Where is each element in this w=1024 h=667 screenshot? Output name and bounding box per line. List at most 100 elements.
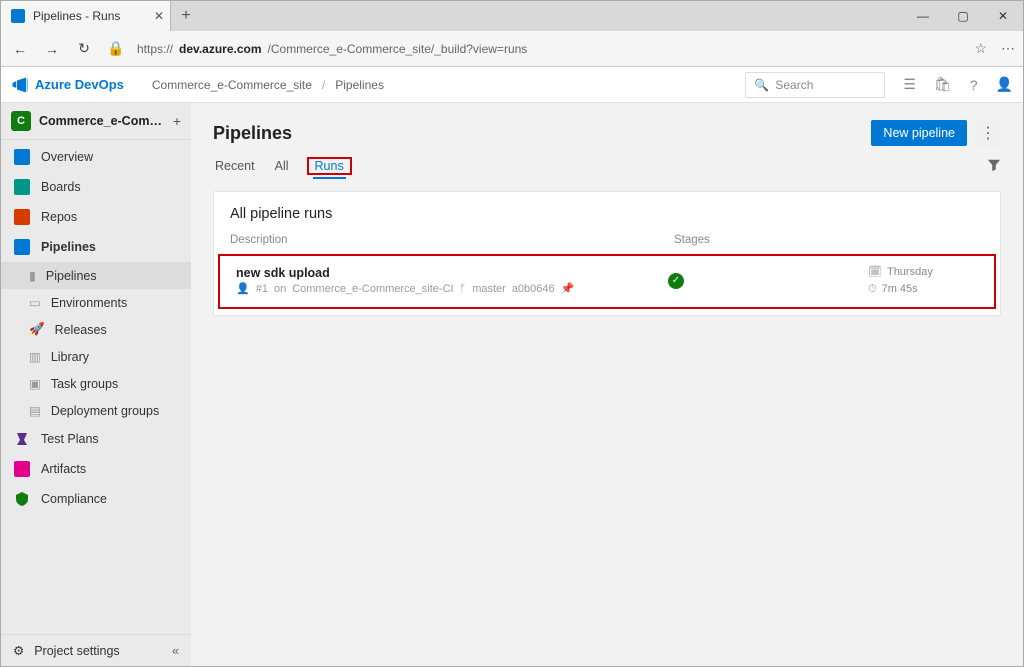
stage-success-icon: ✓	[668, 273, 684, 289]
new-tab-button[interactable]: +	[171, 1, 201, 31]
sidebar-subitem-deployment-groups[interactable]: ▤Deployment groups	[1, 397, 191, 424]
browser-more-icon[interactable]: ⋯	[1001, 40, 1015, 57]
run-date: Thursday	[887, 264, 933, 281]
col-description: Description	[230, 234, 674, 246]
panel-title: All pipeline runs	[214, 192, 1000, 228]
pipeline-run-row[interactable]: new sdk upload 👤 #1 on Commerce_e-Commer…	[218, 254, 996, 309]
branch-icon: ᚶ	[460, 283, 467, 295]
breadcrumb-sep: /	[322, 78, 325, 92]
deployment-groups-icon: ▤	[29, 403, 41, 418]
sidebar-item-repos[interactable]: Repos	[1, 202, 191, 232]
window-controls: — ▢ ✕	[903, 1, 1023, 31]
sidebar-subitem-library[interactable]: ▥Library	[1, 343, 191, 370]
run-duration: 7m 45s	[882, 281, 918, 298]
minimize-button[interactable]: —	[903, 1, 943, 31]
tab-title: Pipelines - Runs	[33, 9, 120, 23]
product-name: Azure DevOps	[35, 77, 124, 92]
boards-icon	[13, 178, 31, 196]
project-selector[interactable]: C Commerce_e-Commerc… +	[1, 103, 191, 140]
browser-tab[interactable]: Pipelines - Runs ✕	[1, 1, 171, 31]
test-plans-icon	[13, 430, 31, 448]
column-headers: Description Stages	[214, 228, 1000, 254]
filter-icon[interactable]	[987, 158, 1001, 175]
help-icon[interactable]: ?	[970, 77, 978, 93]
gear-icon: ⚙	[13, 643, 24, 658]
forward-button[interactable]: →	[41, 41, 63, 57]
overview-icon	[13, 148, 31, 166]
calendar-icon: 🗓	[868, 264, 882, 281]
repos-icon	[13, 208, 31, 226]
sidebar-item-boards[interactable]: Boards	[1, 172, 191, 202]
url-path: /Commerce_e-Commerce_site/_build?view=ru…	[268, 42, 528, 56]
project-settings-label: Project settings	[34, 644, 119, 658]
user-settings-icon[interactable]: 👤	[996, 76, 1013, 93]
project-settings-link[interactable]: ⚙ Project settings «	[1, 634, 191, 666]
project-badge: C	[11, 111, 31, 131]
pipelines-icon	[13, 238, 31, 256]
col-stages: Stages	[674, 234, 874, 246]
run-pipeline-name: Commerce_e-Commerce_site-CI	[292, 283, 453, 295]
run-number: #1	[256, 283, 268, 295]
close-tab-icon[interactable]: ✕	[154, 9, 164, 23]
breadcrumb-section[interactable]: Pipelines	[335, 78, 384, 92]
sidebar-subitem-environments[interactable]: ▭Environments	[1, 289, 191, 316]
sidebar-subitem-pipelines[interactable]: ▮Pipelines	[1, 262, 191, 289]
back-button[interactable]: ←	[9, 41, 31, 57]
clock-icon: ⏱	[868, 281, 877, 298]
main-content: Pipelines New pipeline ⋮ Recent All Runs…	[191, 103, 1023, 666]
url-prefix: https://	[137, 42, 173, 56]
sidebar-subitem-task-groups[interactable]: ▣Task groups	[1, 370, 191, 397]
runs-panel: All pipeline runs Description Stages new…	[213, 191, 1001, 316]
page-title: Pipelines	[213, 123, 292, 144]
favorite-icon[interactable]: ☆	[974, 40, 987, 57]
ado-logo-icon	[11, 76, 29, 94]
sidebar: C Commerce_e-Commerc… + Overview Boards …	[1, 103, 191, 666]
address-bar[interactable]: https:// dev.azure.com/Commerce_e-Commerc…	[137, 42, 964, 56]
artifacts-icon	[13, 460, 31, 478]
breadcrumb: Commerce_e-Commerce_site / Pipelines	[152, 78, 384, 92]
browser-toolbar: ← → ↻ 🔒 https:// dev.azure.com/Commerce_e…	[1, 31, 1023, 67]
person-icon: 👤	[236, 282, 250, 295]
azure-devops-logo[interactable]: Azure DevOps	[11, 76, 124, 94]
tabs-row: Recent All Runs	[213, 155, 1001, 177]
sidebar-item-test-plans[interactable]: Test Plans	[1, 424, 191, 454]
pin-icon: 📌	[561, 282, 575, 295]
task-groups-icon: ▣	[29, 376, 41, 391]
sidebar-item-compliance[interactable]: Compliance	[1, 484, 191, 514]
run-commit: a0b0646	[512, 283, 555, 295]
tab-all[interactable]: All	[273, 155, 291, 177]
search-input[interactable]: 🔍 Search	[745, 72, 885, 98]
search-icon: 🔍	[754, 78, 769, 92]
refresh-button[interactable]: ↻	[73, 40, 95, 57]
new-pipeline-button[interactable]: New pipeline	[871, 120, 967, 146]
marketplace-icon[interactable]: 🛍	[934, 76, 952, 93]
run-title: new sdk upload	[236, 266, 668, 280]
breadcrumb-project[interactable]: Commerce_e-Commerce_site	[152, 78, 312, 92]
add-project-icon[interactable]: +	[173, 113, 181, 129]
sidebar-item-overview[interactable]: Overview	[1, 142, 191, 172]
search-placeholder: Search	[775, 78, 813, 92]
page-more-button[interactable]: ⋮	[975, 119, 1001, 147]
tab-runs[interactable]: Runs	[313, 155, 346, 179]
browser-titlebar: Pipelines - Runs ✕ + — ▢ ✕	[1, 1, 1023, 31]
sidebar-subitem-releases[interactable]: 🚀Releases	[1, 316, 191, 343]
list-icon[interactable]: ☰	[903, 76, 916, 93]
maximize-button[interactable]: ▢	[943, 1, 983, 31]
url-host: dev.azure.com	[179, 42, 261, 56]
compliance-icon	[13, 490, 31, 508]
releases-icon: 🚀	[29, 322, 45, 337]
tab-favicon	[11, 9, 25, 23]
collapse-sidebar-icon[interactable]: «	[172, 644, 179, 658]
sidebar-item-pipelines[interactable]: Pipelines	[1, 232, 191, 262]
run-meta: 👤 #1 on Commerce_e-Commerce_site-CI ᚶ ma…	[236, 282, 668, 295]
lock-icon: 🔒	[105, 40, 127, 57]
project-name: Commerce_e-Commerc…	[39, 114, 165, 128]
sidebar-item-artifacts[interactable]: Artifacts	[1, 454, 191, 484]
app-header: Azure DevOps Commerce_e-Commerce_site / …	[1, 67, 1023, 103]
nav-list: Overview Boards Repos Pipelines ▮Pipelin…	[1, 140, 191, 634]
tab-recent[interactable]: Recent	[213, 155, 257, 177]
run-branch: master	[472, 283, 506, 295]
close-window-button[interactable]: ✕	[983, 1, 1023, 31]
environments-icon: ▭	[29, 295, 41, 310]
library-icon: ▥	[29, 349, 41, 364]
